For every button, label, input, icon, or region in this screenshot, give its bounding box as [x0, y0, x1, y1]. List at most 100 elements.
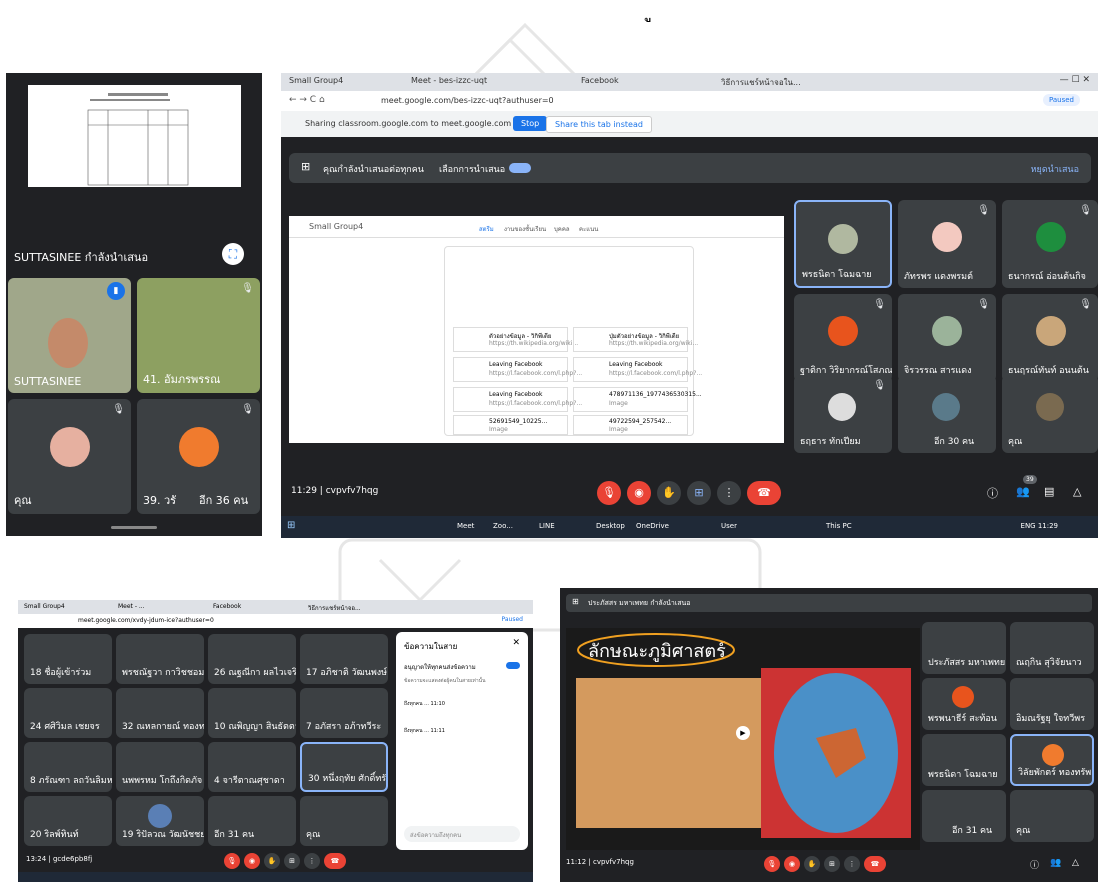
- participant-name: ธฤธาร ทักเปียม: [800, 437, 861, 447]
- attachment-title: Leaving Facebook: [489, 361, 543, 368]
- attachment-sub: https://l.facebook.com/l.php?...: [609, 370, 703, 377]
- mic-off-icon: 🎙: [977, 205, 990, 216]
- participant-tile: 26 ณฐณีกา ผลไวเจริญกุ: [208, 634, 296, 684]
- participant-tile: พรธนิดา โฉมฉาย: [922, 734, 1006, 786]
- close-icon[interactable]: ✕: [512, 638, 520, 648]
- participant-tile: อีก 31 คน: [922, 790, 1006, 842]
- participant-name: อิมณรัฐยุ ใจทวีพร: [1016, 714, 1086, 724]
- more-options-button[interactable]: ⋮: [717, 481, 741, 505]
- play-icon[interactable]: ▶: [736, 726, 750, 740]
- taskbar-item[interactable]: LINE: [539, 522, 555, 530]
- classroom-tab[interactable]: งานของชั้นเรียน: [504, 224, 546, 234]
- taskbar-item[interactable]: This PC: [826, 522, 852, 530]
- tab-label[interactable]: Small Group4: [24, 603, 65, 610]
- stop-presenting-link[interactable]: หยุดนำเสนอ: [1031, 162, 1079, 176]
- more-participants-label: อีก 36 คน: [199, 494, 249, 507]
- attachment-title: 478971136_1977436530315...: [609, 391, 702, 398]
- participant-tile: อีก 30 คน: [898, 375, 996, 453]
- bottom-left-meet-window: Small Group4 Meet - ... Facebook วิธีการ…: [18, 600, 533, 882]
- tab-label[interactable]: Facebook: [213, 603, 241, 610]
- participant-name: พรพนาธีร์ สะท้อน: [928, 714, 997, 724]
- leave-call-button[interactable]: ☎: [747, 481, 781, 505]
- participant-tile: 4 จารีตาณศุชาดา: [208, 742, 296, 792]
- presenter-label: SUTTASINEE กำลังนำเสนอ: [14, 251, 149, 264]
- more-options-button[interactable]: ⋮: [304, 853, 320, 869]
- tab[interactable]: Facebook: [581, 76, 711, 85]
- classroom-tab[interactable]: คะแนน: [579, 224, 598, 234]
- attachment[interactable]: 52691549_10225... Image: [453, 415, 568, 435]
- sharing-bar: Sharing classroom.google.com to meet.goo…: [281, 111, 1098, 137]
- attachment[interactable]: 478971136_1977436530315... Image: [573, 387, 702, 412]
- raise-hand-button[interactable]: ✋: [804, 856, 820, 872]
- present-button[interactable]: ⊞: [284, 853, 300, 869]
- present-button[interactable]: ⊞: [687, 481, 711, 505]
- avatar: [179, 427, 219, 467]
- more-options-button[interactable]: ⋮: [844, 856, 860, 872]
- start-icon[interactable]: ⊞: [287, 520, 295, 531]
- taskbar-item[interactable]: Zoo...: [493, 522, 513, 530]
- nav-icons[interactable]: ← → C ⌂: [289, 95, 325, 105]
- tab[interactable]: วิธีการแชร์หน้าจอใน...: [721, 76, 881, 89]
- camera-off-button[interactable]: ◉: [784, 856, 800, 872]
- avatar: [148, 804, 172, 828]
- attachment[interactable]: Leaving Facebook https://l.facebook.com/…: [453, 357, 582, 382]
- address-bar-row: meet.google.com/xvdy-jdum-ice?authuser=0…: [18, 614, 533, 628]
- fullscreen-icon[interactable]: ⛶: [222, 243, 244, 265]
- avatar: [828, 393, 856, 421]
- meeting-time-code: 11:29 | cvpvfv7hqg: [291, 486, 379, 496]
- attachment[interactable]: 49722594_257542... Image: [573, 415, 688, 435]
- info-icon[interactable]: ⓘ: [987, 485, 998, 501]
- participant-tile: คุณ: [1010, 790, 1094, 842]
- chat-input[interactable]: ส่งข้อความถึงทุกคน: [404, 826, 520, 842]
- tab[interactable]: Meet - bes-izzc-uqt: [411, 76, 561, 85]
- info-icon[interactable]: ⓘ: [1030, 858, 1039, 871]
- chat-toggle[interactable]: [506, 662, 520, 669]
- participant-name: SUTTASINEE: [14, 375, 82, 388]
- participants-badge: 39: [1023, 475, 1037, 484]
- stop-button[interactable]: Stop: [513, 116, 548, 131]
- url-field[interactable]: meet.google.com/xvdy-jdum-ice?authuser=0: [78, 617, 214, 624]
- presenter-text: ประภัสสร มหาเพทย กำลังนำเสนอ: [588, 599, 691, 607]
- camera-off-button[interactable]: ◉: [244, 853, 260, 869]
- tab-label[interactable]: วิธีการแชร์หน้าจอ...: [308, 603, 361, 613]
- window-controls[interactable]: — ☐ ✕: [1060, 75, 1090, 85]
- camera-off-button[interactable]: ◉: [627, 481, 651, 505]
- attachment-sub: https://l.facebook.com/l.php?...: [489, 400, 583, 407]
- attachment[interactable]: ปุ่มตัวอย่างข้อมูล - วิกิพีเดีย https://…: [573, 327, 698, 352]
- leave-call-button[interactable]: ☎: [864, 856, 886, 872]
- tab[interactable]: Small Group4: [289, 76, 399, 85]
- taskbar-item[interactable]: OneDrive: [636, 522, 669, 530]
- leave-call-button[interactable]: ☎: [324, 853, 346, 869]
- participant-tile: ประภัสสร มหาเพทย: [922, 622, 1006, 674]
- share-this-tab-button[interactable]: Share this tab instead: [546, 116, 652, 133]
- tab-label[interactable]: Meet - ...: [118, 603, 145, 610]
- mic-off-button[interactable]: 🎙: [764, 856, 780, 872]
- taskbar-item[interactable]: User: [721, 522, 737, 530]
- raise-hand-button[interactable]: ✋: [657, 481, 681, 505]
- participant-name: 18 ชื่อผู้เข้าร่วม: [30, 668, 92, 678]
- chat-message: ข้อความจะแสดงต่อผู้คนในสายเท่านั้น: [404, 678, 486, 684]
- people-icon[interactable]: 👥: [1016, 485, 1030, 498]
- mic-off-button[interactable]: 🎙: [597, 481, 621, 505]
- paused-label[interactable]: Paused: [502, 616, 523, 623]
- taskbar-item[interactable]: Desktop: [596, 522, 625, 530]
- activities-icon[interactable]: △: [1073, 485, 1081, 498]
- present-button[interactable]: ⊞: [824, 856, 840, 872]
- mic-off-button[interactable]: 🎙: [224, 853, 240, 869]
- speaking-icon: ▮: [107, 282, 125, 300]
- attachment[interactable]: ตัวอย่างข้อมูล - วิกิพีเดีย https://th.w…: [453, 327, 578, 352]
- chat-icon[interactable]: ▤: [1044, 485, 1054, 498]
- taskbar-item[interactable]: Meet: [457, 522, 474, 530]
- raise-hand-button[interactable]: ✋: [264, 853, 280, 869]
- attachment[interactable]: Leaving Facebook https://l.facebook.com/…: [573, 357, 702, 382]
- classroom-tab[interactable]: สตรีม: [479, 224, 494, 234]
- classroom-tab[interactable]: บุคคล: [554, 224, 570, 234]
- people-icon[interactable]: 👥: [1050, 858, 1061, 868]
- presenting-toggle[interactable]: [509, 163, 531, 173]
- activities-icon[interactable]: △: [1072, 858, 1079, 868]
- url-field[interactable]: meet.google.com/bes-izzc-uqt?authuser=0: [381, 96, 554, 105]
- paused-profile-button[interactable]: Paused: [1042, 94, 1080, 106]
- attachment-title: 49722594_257542...: [609, 418, 672, 425]
- more-participants: อีก 30 คน: [934, 437, 975, 447]
- attachment[interactable]: Leaving Facebook https://l.facebook.com/…: [453, 387, 582, 412]
